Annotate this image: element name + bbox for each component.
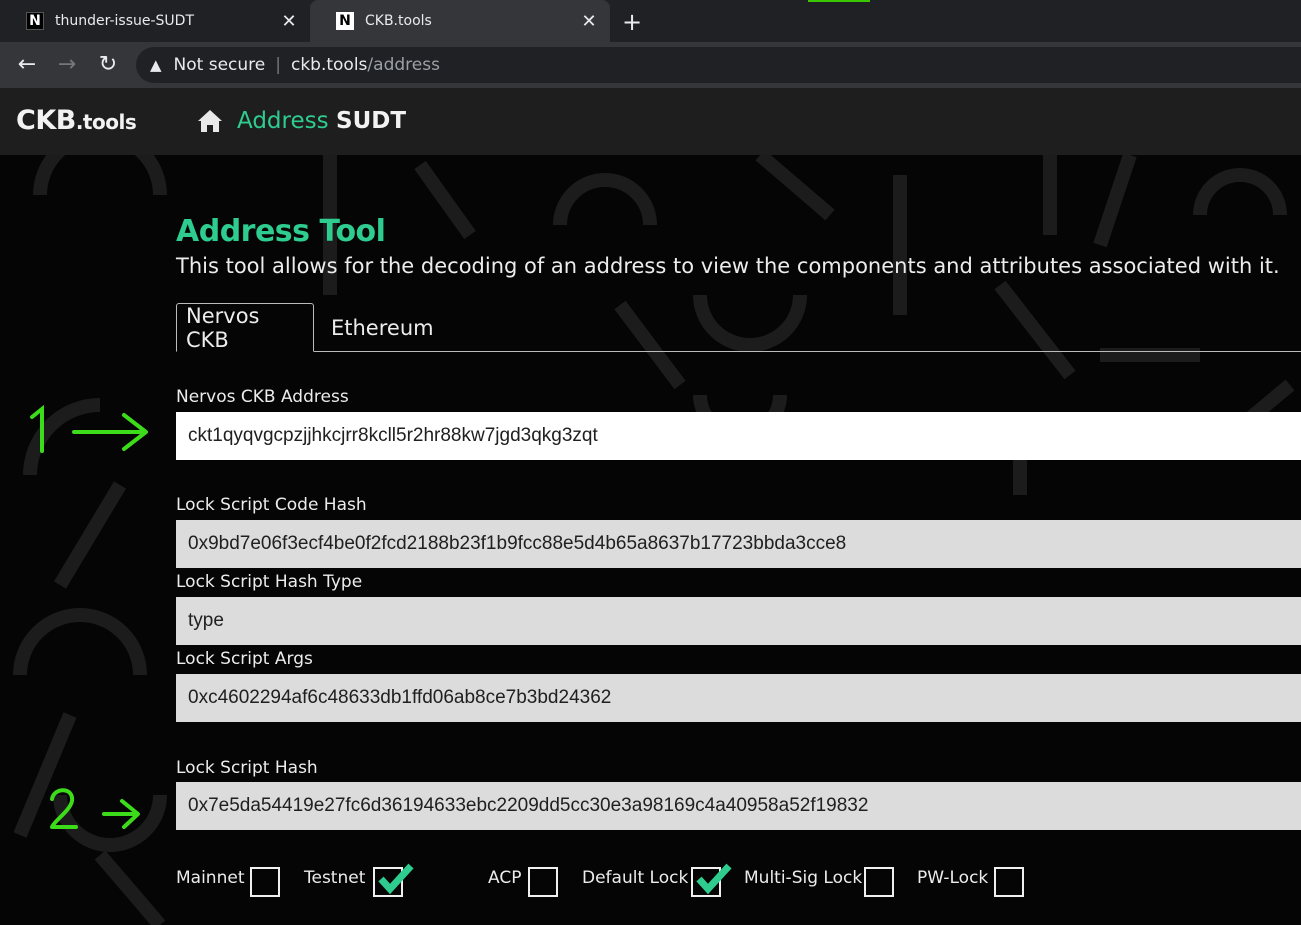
url-separator: | bbox=[275, 55, 281, 75]
testnet-checkbox[interactable] bbox=[373, 863, 414, 897]
warning-icon: ▲ bbox=[150, 56, 162, 74]
url-host: ckb.tools bbox=[290, 55, 368, 75]
annotation-arrow-1 bbox=[30, 405, 148, 453]
security-label: Not secure bbox=[173, 55, 266, 75]
url-path: /address bbox=[367, 55, 440, 75]
acp-label: ACP bbox=[488, 868, 522, 888]
mainnet-checkbox[interactable] bbox=[250, 867, 280, 897]
new-tab-icon[interactable]: + bbox=[622, 8, 642, 36]
multisig-label: Multi-Sig Lock bbox=[744, 868, 863, 888]
args-label: Lock Script Args bbox=[176, 649, 313, 669]
nav-link-sudt[interactable]: SUDT bbox=[336, 108, 406, 134]
default-lock-label: Default Lock bbox=[582, 868, 689, 888]
page-description: This tool allows for the decoding of an … bbox=[176, 254, 1280, 278]
close-icon[interactable]: ✕ bbox=[274, 11, 304, 32]
address-label: Nervos CKB Address bbox=[176, 387, 349, 407]
tab-ethereum[interactable]: Ethereum bbox=[322, 303, 443, 352]
multisig-checkbox[interactable] bbox=[864, 867, 894, 897]
testnet-label: Testnet bbox=[304, 868, 366, 888]
lock-hash-label: Lock Script Hash bbox=[176, 758, 318, 778]
acp-checkbox[interactable] bbox=[528, 867, 558, 897]
args-field: 0xc4602294af6c48633db1ffd06ab8ce7b3bd243… bbox=[176, 674, 1301, 722]
pwlock-label: PW-Lock bbox=[917, 868, 989, 888]
browser-tab-title: CKB.tools bbox=[365, 13, 432, 29]
code-hash-field: 0x9bd7e06f3ecf4be0f2fcd2188b23f1b9fcc88e… bbox=[176, 520, 1301, 568]
tab-strip-accent bbox=[808, 0, 870, 2]
address-input[interactable]: ckt1qyqvgcpzjjhkcjrr8kcll5r2hr88kw7jgd3q… bbox=[176, 412, 1301, 460]
browser-toolbar: ← → ↻ ▲ Not secure | ckb.tools/address bbox=[0, 42, 1301, 88]
check-icon bbox=[378, 863, 414, 895]
mainnet-label: Mainnet bbox=[176, 868, 245, 888]
default-lock-checkbox[interactable] bbox=[691, 863, 732, 897]
browser-tab-ckbtools[interactable]: N CKB.tools ✕ bbox=[310, 0, 610, 42]
favicon-icon: N bbox=[336, 12, 354, 30]
browser-tab-thunder[interactable]: N thunder-issue-SUDT ✕ bbox=[0, 0, 310, 42]
site-logo[interactable]: CKB.tools bbox=[16, 105, 137, 136]
main-content: Address Tool This tool allows for the de… bbox=[0, 155, 1301, 925]
tab-nervos-ckb[interactable]: Nervos CKB bbox=[176, 303, 314, 352]
annotation-arrow-2 bbox=[50, 788, 140, 829]
hash-type-field: type bbox=[176, 597, 1301, 645]
forward-arrow-icon[interactable]: → bbox=[54, 52, 80, 77]
close-icon[interactable]: ✕ bbox=[574, 11, 604, 32]
app-navbar: CKB.tools Address SUDT bbox=[0, 88, 1301, 155]
hash-type-label: Lock Script Hash Type bbox=[176, 572, 363, 592]
code-hash-label: Lock Script Code Hash bbox=[176, 495, 367, 515]
nav-link-address[interactable]: Address bbox=[237, 108, 329, 134]
back-arrow-icon[interactable]: ← bbox=[14, 52, 40, 77]
reload-icon[interactable]: ↻ bbox=[95, 52, 121, 77]
address-bar[interactable]: ▲ Not secure | ckb.tools/address bbox=[136, 47, 1301, 83]
browser-tab-title: thunder-issue-SUDT bbox=[55, 13, 195, 29]
favicon-icon: N bbox=[26, 12, 44, 30]
logo-sub: .tools bbox=[75, 110, 137, 134]
logo-main: CKB bbox=[16, 105, 76, 136]
home-icon[interactable] bbox=[196, 108, 224, 134]
lock-hash-field: 0x7e5da54419e27fc6d36194633ebc2209dd5cc3… bbox=[176, 782, 1301, 830]
check-icon bbox=[696, 863, 732, 895]
browser-tab-strip: N thunder-issue-SUDT ✕ N CKB.tools ✕ + bbox=[0, 0, 1301, 42]
page-title: Address Tool bbox=[176, 214, 386, 249]
pwlock-checkbox[interactable] bbox=[994, 867, 1024, 897]
